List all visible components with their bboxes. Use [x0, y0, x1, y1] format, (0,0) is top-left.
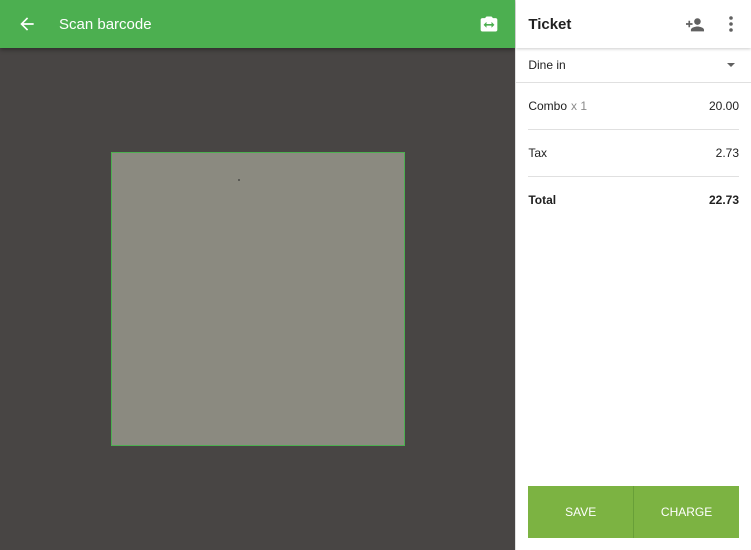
barcode-viewfinder [111, 152, 405, 446]
line-item-amount: 20.00 [708, 99, 739, 113]
add-customer-button[interactable] [685, 15, 705, 33]
add-customer-icon [686, 18, 704, 32]
total-label: Total [528, 193, 557, 207]
more-vert-icon [729, 16, 733, 32]
scanner-pane: Scan barcode [0, 0, 516, 550]
ticket-line-item[interactable]: Combo x 1 20.00 [528, 83, 739, 130]
camera-switch-button[interactable] [479, 14, 499, 34]
line-item-name: Combo [528, 99, 567, 113]
dining-option-select[interactable]: Dine in [516, 48, 751, 83]
scanner-title: Scan barcode [59, 15, 152, 33]
save-button[interactable]: SAVE [528, 486, 634, 538]
ticket-header: Ticket [516, 0, 751, 48]
back-button[interactable] [0, 0, 54, 48]
ticket-pane: Ticket Dine in Combo x 1 20.00 Tax 2.73 … [515, 0, 751, 550]
arrow-back-icon [20, 17, 34, 31]
more-options-button[interactable] [727, 14, 735, 34]
total-amount: 22.73 [708, 193, 739, 207]
tax-amount: 2.73 [715, 146, 739, 160]
ticket-title: Ticket [528, 15, 572, 33]
tax-row: Tax 2.73 [528, 130, 739, 177]
app-window: Scan barcode Ticket Dine in Combo x 1 20… [0, 0, 751, 550]
line-item-quantity: x 1 [571, 99, 588, 113]
total-row: Total 22.73 [528, 177, 739, 223]
charge-button[interactable]: CHARGE [634, 486, 739, 538]
camera-switch-icon [480, 16, 498, 32]
tax-label: Tax [528, 146, 547, 160]
line-item-label: Combo x 1 [528, 99, 587, 113]
dropdown-arrow-icon [727, 63, 735, 67]
ticket-actions: SAVE CHARGE [528, 486, 739, 538]
dining-option-value: Dine in [528, 58, 566, 72]
scanner-toolbar: Scan barcode [0, 0, 516, 48]
viewfinder-speck [238, 179, 240, 181]
